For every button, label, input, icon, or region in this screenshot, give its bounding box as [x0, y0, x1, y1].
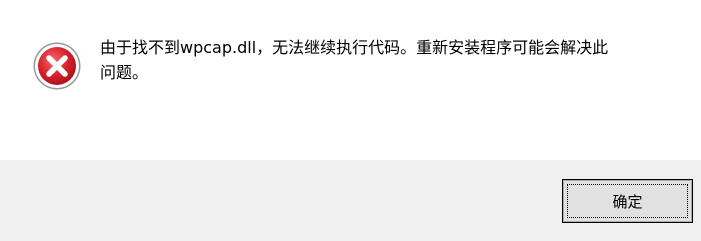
dialog-content: 由于找不到wpcap.dll，无法继续执行代码。重新安装程序可能会解决此 问题。 [0, 0, 701, 160]
error-message: 由于找不到wpcap.dll，无法继续执行代码。重新安装程序可能会解决此 问题。 [100, 35, 685, 85]
error-message-line-2: 问题。 [100, 63, 149, 82]
error-icon [33, 42, 81, 90]
ok-button[interactable]: 确定 [563, 180, 692, 222]
error-message-line-1: 由于找不到wpcap.dll，无法继续执行代码。重新安装程序可能会解决此 [100, 38, 609, 57]
error-dialog: 由于找不到wpcap.dll，无法继续执行代码。重新安装程序可能会解决此 问题。… [0, 0, 701, 241]
